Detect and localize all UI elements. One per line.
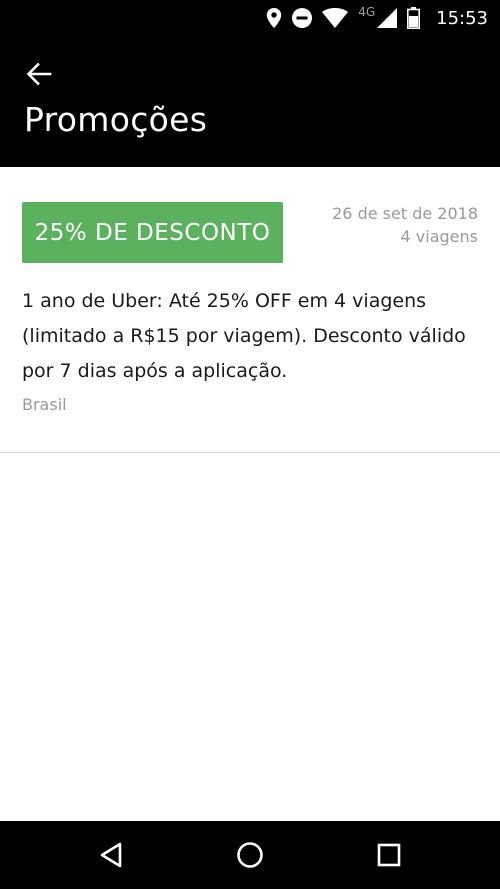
- nav-back-button[interactable]: [89, 833, 133, 877]
- back-button[interactable]: [18, 53, 60, 95]
- promo-meta: 26 de set de 2018 4 viagens: [332, 202, 478, 248]
- status-bar: 4G 15:53: [0, 0, 500, 36]
- status-time: 15:53: [436, 7, 488, 29]
- promo-description: 1 ano de Uber: Até 25% OFF em 4 viagens …: [22, 290, 466, 382]
- arrow-left-icon: [26, 62, 52, 86]
- screen: 4G 15:53 Promoções 25% DE DESCONTO 26 de: [0, 0, 500, 889]
- nav-recents-button[interactable]: [367, 833, 411, 877]
- nav-recents-icon: [377, 843, 401, 867]
- page-title: Promoções: [24, 100, 208, 139]
- battery-icon: [407, 7, 421, 29]
- network-type-label: 4G: [358, 5, 376, 19]
- location-icon: [266, 8, 282, 28]
- discount-badge-label: 25% DE DESCONTO: [34, 219, 271, 246]
- do-not-disturb-icon: [292, 8, 313, 28]
- promo-card[interactable]: 25% DE DESCONTO 26 de set de 2018 4 viag…: [0, 167, 500, 453]
- nav-home-icon: [237, 842, 263, 868]
- nav-home-button[interactable]: [228, 833, 272, 877]
- promo-date: 26 de set de 2018: [332, 204, 478, 223]
- discount-badge: 25% DE DESCONTO: [22, 202, 283, 263]
- system-nav-bar: [0, 821, 500, 889]
- promo-trips: 4 viagens: [400, 227, 478, 246]
- cell-signal-icon: [377, 8, 398, 28]
- app-bar: Promoções: [0, 36, 500, 167]
- nav-back-icon: [100, 842, 122, 868]
- status-icons: 4G 15:53: [266, 0, 488, 36]
- promo-country: Brasil: [22, 395, 67, 414]
- wifi-icon: [322, 8, 349, 28]
